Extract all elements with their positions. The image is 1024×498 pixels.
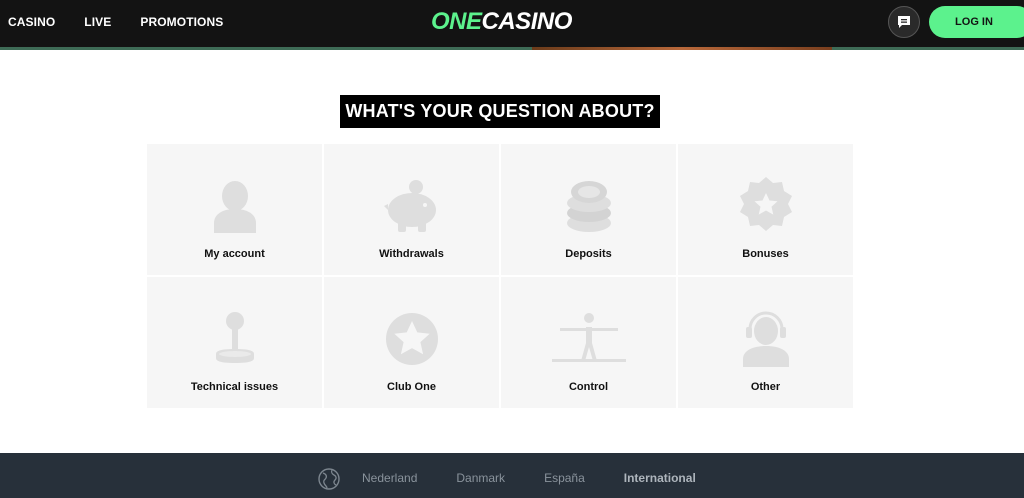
onecasino-logo[interactable]: ONE CASINO bbox=[431, 7, 572, 37]
language-selector: Nederland Danmark España International bbox=[362, 471, 696, 485]
logo-one-text: ONE bbox=[431, 8, 482, 35]
nav-live-link[interactable]: LIVE bbox=[84, 15, 111, 29]
chat-button[interactable] bbox=[888, 6, 920, 38]
star-circle-icon bbox=[385, 313, 438, 365]
category-control[interactable]: Control bbox=[501, 277, 676, 408]
hero-image-edge bbox=[532, 47, 832, 50]
category-label: Other bbox=[750, 381, 781, 393]
category-bonuses[interactable]: Bonuses bbox=[678, 144, 853, 275]
user-icon bbox=[213, 181, 256, 233]
tightrope-walker-icon bbox=[551, 313, 626, 362]
category-technical-issues[interactable]: Technical issues bbox=[147, 277, 322, 408]
category-other[interactable]: Other bbox=[678, 277, 853, 408]
login-button[interactable]: LOG IN bbox=[929, 6, 1024, 38]
language-international-link[interactable]: International bbox=[624, 471, 696, 485]
category-label: Deposits bbox=[565, 248, 612, 260]
joystick-icon bbox=[215, 312, 254, 363]
header-accent-line bbox=[0, 47, 1024, 50]
logo-casino-text: CASINO bbox=[481, 8, 573, 35]
category-label: Bonuses bbox=[742, 248, 789, 260]
nav-promotions-link[interactable]: PROMOTIONS bbox=[140, 15, 223, 29]
category-club-one[interactable]: Club One bbox=[324, 277, 499, 408]
language-nederland-link[interactable]: Nederland bbox=[362, 471, 417, 485]
main-nav: CASINO LIVE PROMOTIONS bbox=[8, 0, 223, 44]
category-deposits[interactable]: Deposits bbox=[501, 144, 676, 275]
category-label: Technical issues bbox=[190, 381, 279, 393]
globe-icon bbox=[318, 468, 340, 490]
category-label: Control bbox=[568, 381, 609, 393]
language-espana-link[interactable]: España bbox=[544, 471, 585, 485]
category-withdrawals[interactable]: Withdrawals bbox=[324, 144, 499, 275]
badge-star-icon bbox=[739, 177, 792, 231]
category-label: Club One bbox=[387, 381, 436, 393]
chat-bubble-icon bbox=[898, 16, 910, 28]
support-agent-icon bbox=[742, 311, 789, 367]
language-danmark-link[interactable]: Danmark bbox=[456, 471, 505, 485]
nav-casino-link[interactable]: CASINO bbox=[8, 15, 55, 29]
page-title: WHAT'S YOUR QUESTION ABOUT? bbox=[340, 95, 660, 128]
piggy-bank-icon bbox=[383, 180, 436, 232]
category-my-account[interactable]: My account bbox=[147, 144, 322, 275]
coins-icon bbox=[566, 181, 611, 232]
category-label: My account bbox=[204, 248, 265, 260]
category-grid: My account Withdrawals Deposits Bonuses … bbox=[147, 144, 854, 409]
category-label: Withdrawals bbox=[379, 248, 444, 260]
